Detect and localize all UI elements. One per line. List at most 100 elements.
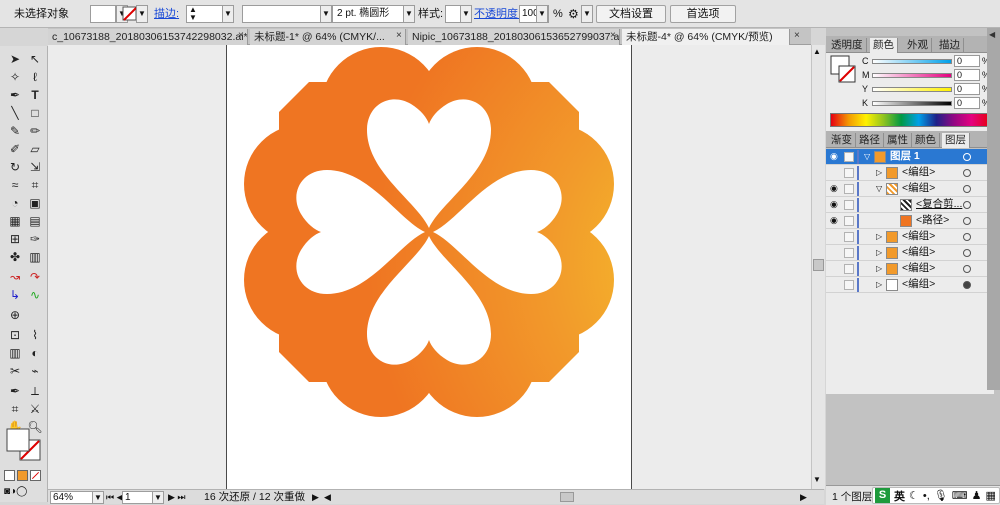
first-artboard-icon[interactable]: ⏮ ◀ (106, 491, 124, 504)
close-icon[interactable]: × (396, 28, 402, 44)
tab-color[interactable]: 颜色 (870, 38, 898, 53)
lock-toggle[interactable] (844, 200, 854, 210)
variable-width-field[interactable] (242, 5, 322, 23)
target-circle-icon[interactable] (963, 249, 971, 257)
type-tool-icon[interactable]: T (26, 86, 44, 104)
user-icon[interactable]: ♟ (972, 489, 982, 502)
rectangle-tool-icon[interactable]: □ (26, 104, 44, 122)
layer-row[interactable]: ◉ <路径> (826, 213, 994, 229)
ime-toolbar[interactable]: S 英 ☾ •, 🎙︎ ⌨ ♟ ▦ (872, 487, 1000, 504)
recolor-dropdown[interactable]: ▼ (581, 5, 593, 23)
layer-row[interactable]: ◉ <复合剪... (826, 197, 994, 213)
yellow-value[interactable]: 0 (954, 83, 980, 95)
expand-triangle-icon[interactable]: ▷ (876, 245, 882, 260)
warp-tool-icon[interactable]: ≈ (6, 176, 24, 194)
lasso-tool-icon[interactable]: ℓ (26, 68, 44, 86)
color-fill-stroke-icon[interactable] (830, 55, 858, 87)
lock-toggle[interactable] (844, 232, 854, 242)
shape-builder-icon[interactable]: ◔ (6, 194, 24, 212)
visibility-eye-icon[interactable]: ◉ (830, 216, 839, 225)
crosshair-tool-icon[interactable]: ⊕ (6, 306, 24, 324)
layer-row[interactable]: ▷ <编组> (826, 165, 994, 181)
zoom-dropdown[interactable]: ▼ (92, 491, 104, 504)
tab-stroke[interactable]: 描边 (936, 38, 964, 53)
free-transform-icon[interactable]: ⌗ (26, 176, 44, 194)
rotate-tool-icon[interactable]: ↻ (6, 158, 24, 176)
tab-transparency[interactable]: 透明度 (828, 38, 867, 53)
tab-layers[interactable]: 图层 (942, 133, 970, 148)
layer-row[interactable]: ▷ <编组> (826, 245, 994, 261)
layer-row[interactable]: ▷ <编组> (826, 277, 994, 293)
layer-name[interactable]: 图层 1 (890, 149, 920, 164)
visibility-eye-icon[interactable]: ◉ (830, 152, 839, 161)
tab-document-4-active[interactable]: 未标题-4* @ 64% (CMYK/预览) (622, 29, 790, 45)
pen-tool-icon[interactable]: ✒ (6, 86, 24, 104)
zoom-field[interactable]: 64% (50, 491, 94, 504)
scroll-down-icon[interactable]: ▼ (813, 475, 821, 484)
stroke-dropdown[interactable]: ▼ (136, 5, 148, 23)
keyboard-icon[interactable]: ⌨ (952, 489, 968, 502)
tab-appearance[interactable]: 外观 (904, 38, 932, 53)
target-circle-icon[interactable] (963, 233, 971, 241)
layer-name[interactable]: <编组> (902, 229, 935, 244)
artboard-tool-icon[interactable]: ⊡ (6, 326, 24, 344)
lock-toggle[interactable] (844, 216, 854, 226)
grid-menu-icon[interactable]: ▦ (986, 489, 996, 502)
graph-tool-icon[interactable]: ▥ (26, 248, 44, 266)
screen-mode-icon[interactable]: ◙◑◯ (4, 486, 44, 498)
scroll-thumb[interactable] (813, 259, 824, 271)
horizontal-scroll-thumb[interactable] (560, 492, 574, 502)
target-circle-icon[interactable] (963, 281, 971, 289)
stroke-weight-dropdown[interactable]: ▼ (222, 5, 234, 23)
next-artboard-icon[interactable]: ▶ ⏭ (168, 491, 186, 504)
brush-dropdown[interactable]: ▼ (403, 5, 415, 23)
expand-panels-icon[interactable]: ◀ (989, 30, 995, 39)
lock-toggle[interactable] (844, 184, 854, 194)
stroke-link[interactable]: 描边: (154, 4, 179, 24)
artboard-number-field[interactable]: 1 (122, 491, 154, 504)
layer-row[interactable]: ▷ <编组> (826, 261, 994, 277)
layer-row[interactable]: ▷ <编组> (826, 229, 994, 245)
eyedropper-tool-icon[interactable]: ✑ (26, 230, 44, 248)
variable-width-dropdown[interactable]: ▼ (320, 5, 332, 23)
layer-name[interactable]: <编组> (902, 245, 935, 260)
lock-toggle[interactable] (844, 168, 854, 178)
layer-name[interactable]: <编组> (902, 181, 935, 196)
crop-icon[interactable]: ⌗ (6, 400, 24, 418)
scroll-right-icon[interactable]: ▶ (800, 491, 807, 504)
sogou-s-icon[interactable]: S (875, 488, 890, 503)
layer-row[interactable]: ◉ ▽ 图层 1 (826, 149, 994, 165)
gradient-tool-icon[interactable]: ▤ (26, 212, 44, 230)
layer-name[interactable]: <路径> (916, 213, 949, 228)
symbol-sprayer-icon[interactable]: ✤ (6, 248, 24, 266)
recolor-icon[interactable]: ⚙ (568, 4, 579, 24)
fill-stroke-swatches[interactable] (6, 428, 42, 466)
expand-triangle-icon[interactable]: ▷ (876, 261, 882, 276)
selection-tool-icon[interactable]: ➤ (6, 50, 24, 68)
visibility-eye-icon[interactable]: ◉ (830, 184, 839, 193)
panel-collapse-strip[interactable]: ◀ (987, 28, 1000, 390)
tab-color-guide[interactable]: 颜色 (912, 133, 940, 148)
expand-triangle-icon[interactable]: ▷ (876, 165, 882, 180)
layer-row[interactable]: ◉ ▽ <编组> (826, 181, 994, 197)
lock-toggle[interactable] (844, 264, 854, 274)
eraser-tool-icon[interactable]: ▱ (26, 140, 44, 158)
eyedropper-2-icon[interactable]: ✒ (6, 382, 24, 400)
opacity-dropdown[interactable]: ▼ (536, 5, 548, 23)
style-dropdown[interactable]: ▼ (460, 5, 472, 23)
artboard-dropdown[interactable]: ▼ (152, 491, 164, 504)
magenta-value[interactable]: 0 (954, 69, 980, 81)
tab-document-1[interactable]: c_10673188_20180306153742298032.ai* (48, 29, 248, 45)
layer-name[interactable]: <复合剪... (916, 197, 962, 212)
slice-tool-icon[interactable]: ⌇ (26, 326, 44, 344)
tab-document-3[interactable]: Nipic_10673188_20180306153652799037.ai* (408, 29, 620, 45)
brush-definition-field[interactable]: 2 pt. 椭圆形 (332, 5, 404, 23)
tool-extra-3-icon[interactable]: ↳ (6, 286, 24, 304)
color-spectrum-bar[interactable] (830, 113, 990, 127)
target-circle-icon[interactable] (963, 201, 971, 209)
cyan-value[interactable]: 0 (954, 55, 980, 67)
tab-pathfinder[interactable]: 路径 (856, 133, 884, 148)
tool-extra-1-icon[interactable]: ↝ (6, 268, 24, 286)
scissors-icon[interactable]: ✂ (6, 362, 24, 380)
tool-extra-4-icon[interactable]: ∿ (26, 286, 44, 304)
